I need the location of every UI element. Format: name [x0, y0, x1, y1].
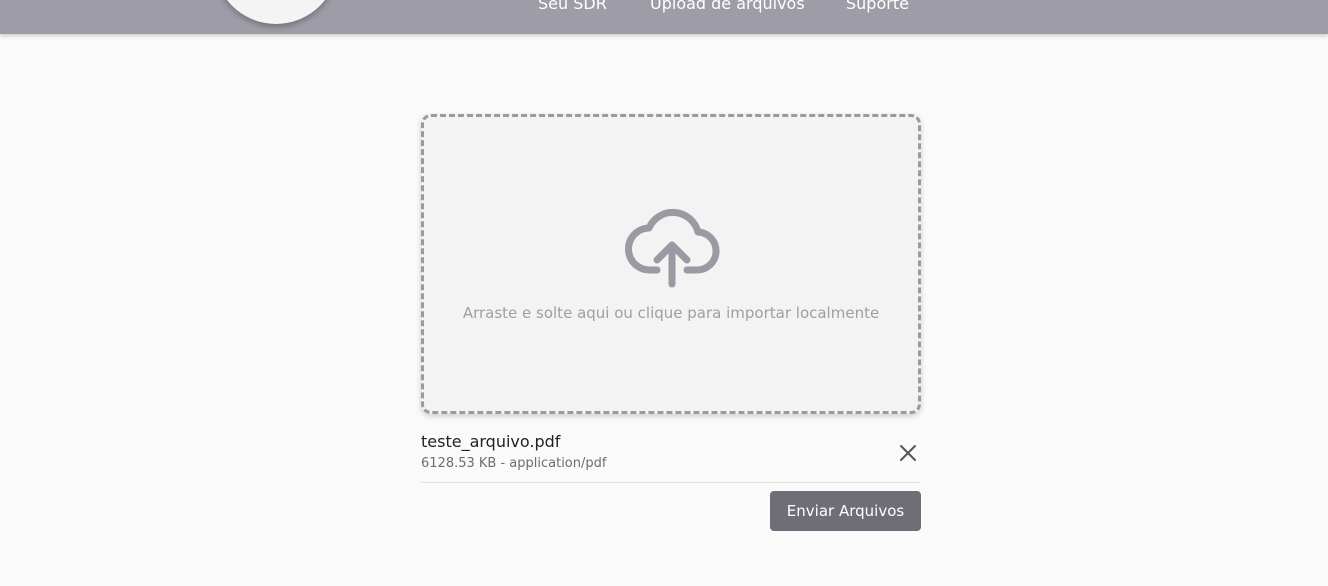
nav-link-suporte[interactable]: Suporte: [846, 0, 909, 13]
cloud-upload-icon: [625, 209, 720, 288]
dropzone-instruction: Arraste e solte aqui ou clique para impo…: [462, 304, 880, 322]
file-dropzone[interactable]: Arraste e solte aqui ou clique para impo…: [421, 114, 921, 414]
nav-link-upload[interactable]: Upload de arquivos: [650, 0, 805, 13]
file-name: teste_arquivo.pdf: [421, 432, 561, 451]
file-meta: 6128.53 KB - application/pdf: [421, 456, 607, 471]
top-navbar: Seu SDR Upload de arquivos Suporte: [0, 0, 1328, 34]
close-icon[interactable]: [897, 442, 919, 464]
send-files-button[interactable]: Enviar Arquivos: [770, 491, 921, 531]
file-list-item: teste_arquivo.pdf 6128.53 KB - applicati…: [421, 430, 921, 483]
nav-link-seu-sdr[interactable]: Seu SDR: [538, 0, 607, 13]
logo[interactable]: [214, 0, 338, 24]
